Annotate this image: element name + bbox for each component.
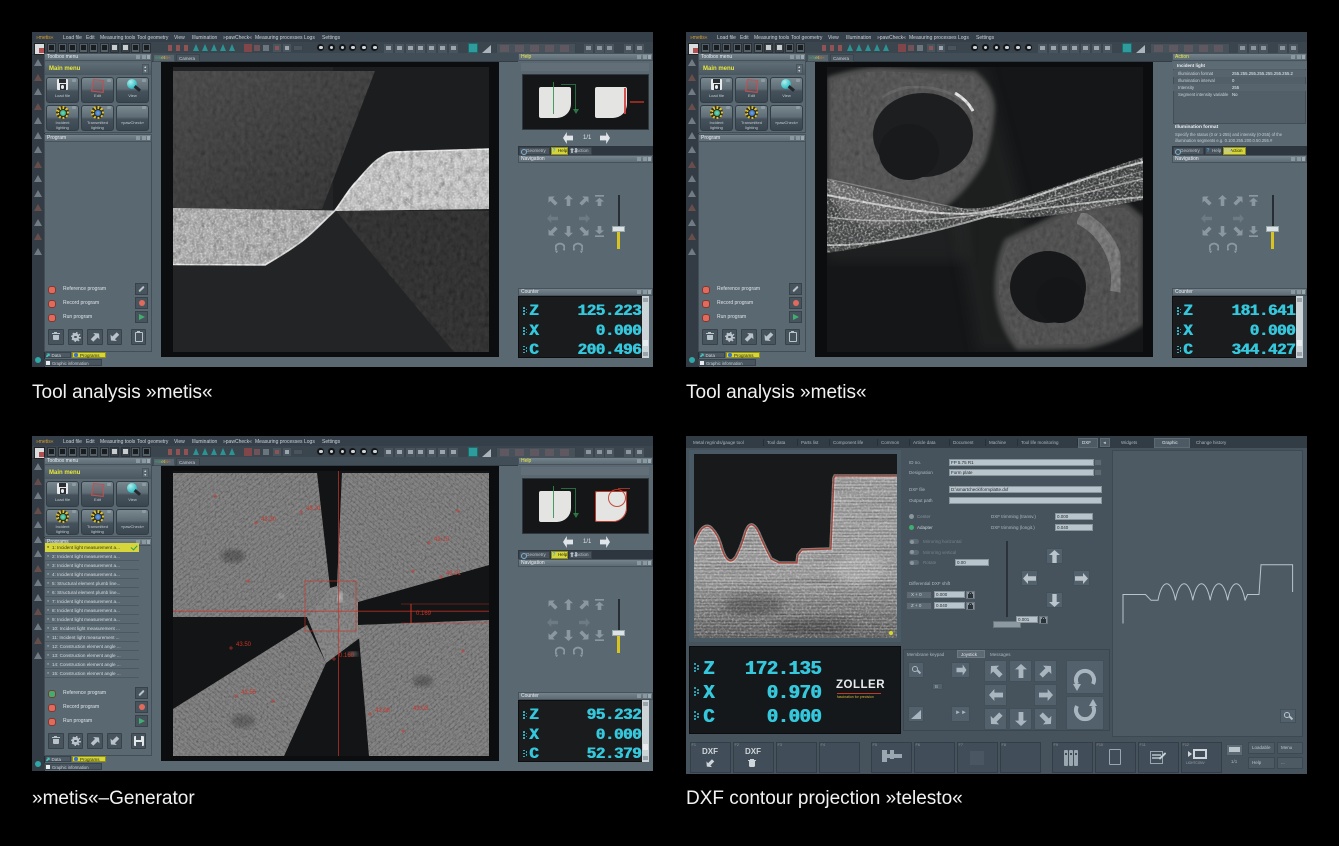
svg-text:0.169: 0.169 — [416, 611, 432, 617]
svg-text:43.50: 43.50 — [236, 642, 252, 648]
svg-text:43.21: 43.21 — [306, 506, 322, 512]
svg-text:43.55: 43.55 — [241, 690, 257, 696]
svg-text:43.03: 43.03 — [413, 706, 429, 712]
svg-text:0.160: 0.160 — [339, 653, 355, 659]
svg-text:43.01: 43.01 — [446, 571, 462, 577]
svg-text:43.08: 43.08 — [375, 708, 391, 714]
svg-text:43.30: 43.30 — [261, 517, 277, 523]
svg-text:43.10: 43.10 — [434, 537, 450, 543]
